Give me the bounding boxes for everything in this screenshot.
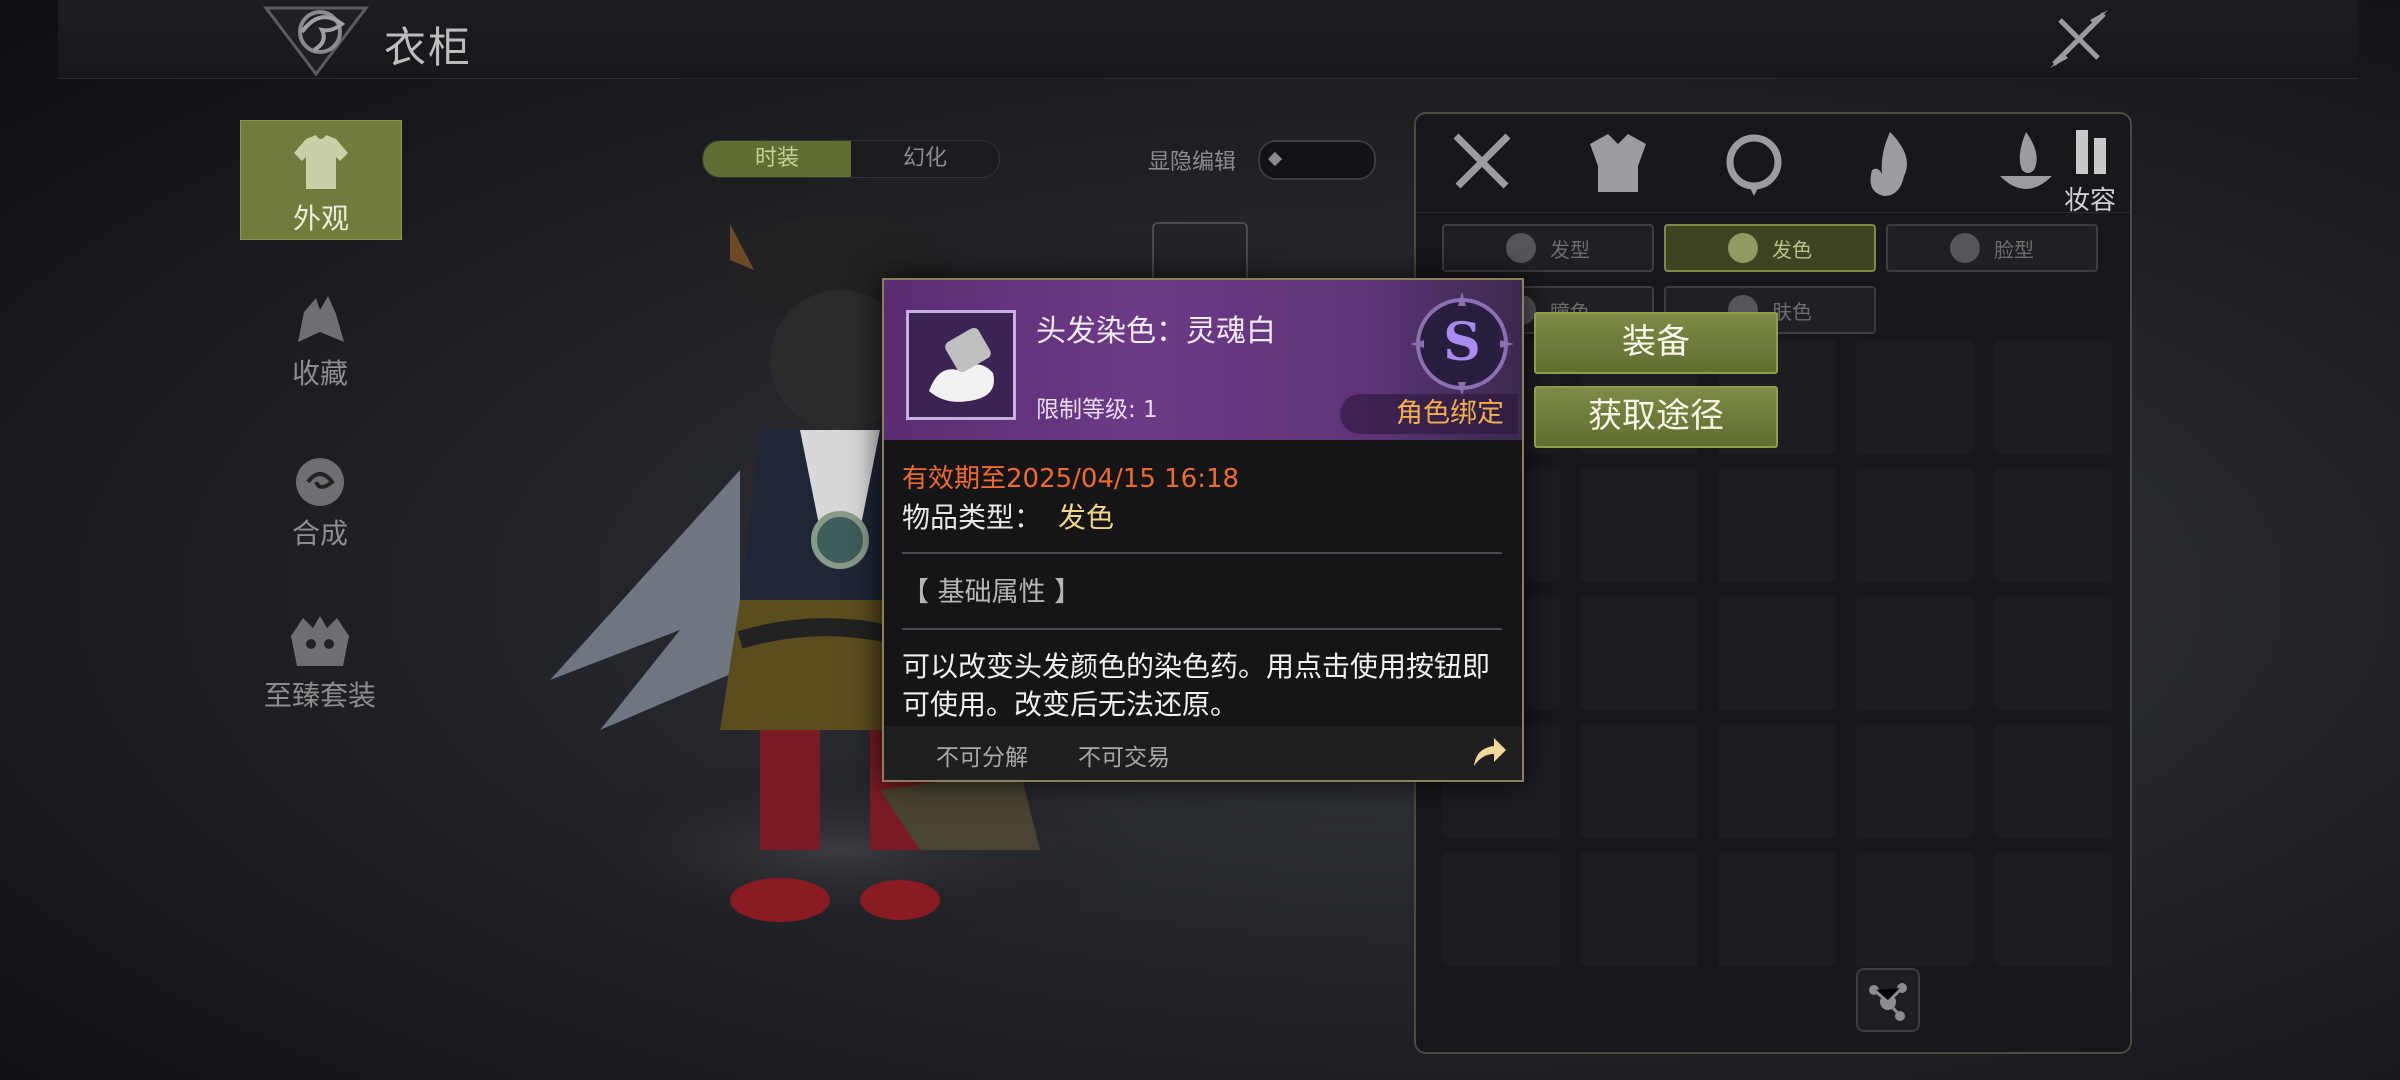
item-slot[interactable] xyxy=(1718,852,1836,966)
equip-button[interactable]: 装备 xyxy=(1534,312,1778,374)
sub-tab-face-shape[interactable]: 脸型 xyxy=(1886,224,2098,272)
item-slot[interactable] xyxy=(1994,468,2112,582)
expiry-date: 有效期至2025/04/15 16:18 xyxy=(902,464,1240,494)
sidebar-item-premium-set[interactable]: 至臻套装 xyxy=(240,612,400,722)
toggle-knob-icon xyxy=(1267,151,1283,167)
grade-letter: S xyxy=(1443,312,1481,373)
item-slot[interactable] xyxy=(1856,596,1974,710)
sidebar-item-label: 合成 xyxy=(291,517,348,550)
visibility-edit-label: 显隐编辑 xyxy=(1148,150,1237,175)
item-slot[interactable] xyxy=(1994,596,2112,710)
item-slot[interactable] xyxy=(1718,468,1836,582)
item-slot[interactable] xyxy=(1580,596,1698,710)
dragon-emblem-icon xyxy=(262,6,370,77)
category-makeup[interactable]: 妆容 xyxy=(2052,126,2128,216)
no-disassemble-flag: 不可分解 xyxy=(936,745,1028,771)
beast-helm-icon xyxy=(291,616,349,666)
tab-transmog[interactable]: 幻化 xyxy=(851,141,999,177)
forward-share-icon[interactable] xyxy=(1466,732,1510,772)
item-slot[interactable] xyxy=(1856,852,1974,966)
obtain-method-button[interactable]: 获取途径 xyxy=(1534,386,1778,448)
item-slot[interactable] xyxy=(1994,340,2112,454)
dye-bottle-icon xyxy=(909,313,1013,417)
bind-status: 角色绑定 xyxy=(1340,394,1518,434)
item-type-label: 物品类型： xyxy=(902,501,1043,534)
sidebar-item-collection[interactable]: 收藏 xyxy=(240,292,400,402)
item-slot[interactable] xyxy=(1994,724,2112,838)
hairstyle-icon xyxy=(1506,233,1536,263)
close-icon[interactable] xyxy=(2046,6,2112,72)
sub-tab-hairstyle[interactable]: 发型 xyxy=(1442,224,1654,272)
visibility-edit-toggle[interactable] xyxy=(1258,140,1376,180)
flame-icon[interactable] xyxy=(1854,126,1926,202)
item-type-value: 发色 xyxy=(1058,501,1115,534)
mode-tab-group: 时装 幻化 xyxy=(702,140,1000,178)
item-level-requirement: 限制等级: 1 xyxy=(1036,397,1158,423)
item-slot[interactable] xyxy=(1580,468,1698,582)
sub-tab-hair-color[interactable]: 发色 xyxy=(1664,224,1876,272)
divider xyxy=(902,552,1502,554)
sidebar-item-appearance[interactable]: 外观 xyxy=(240,120,402,240)
share-icon xyxy=(1869,983,1907,1021)
tooltip-footer: 不可分解 不可交易 xyxy=(884,726,1522,780)
grade-badge-icon: S xyxy=(1410,292,1514,396)
swords-icon[interactable] xyxy=(1446,126,1518,202)
necklace-icon[interactable] xyxy=(1718,126,1790,202)
category-bar: 妆容 xyxy=(1416,114,2130,216)
item-name: 头发染色：灵魂白 xyxy=(1036,314,1276,349)
item-type-row: 物品类型： 发色 xyxy=(902,496,1114,536)
item-slot[interactable] xyxy=(1442,852,1560,966)
hair-dye-item-icon xyxy=(906,310,1016,420)
base-attributes-title: 【 基础属性 】 xyxy=(902,577,1082,608)
sidebar-item-label: 收藏 xyxy=(291,357,348,390)
item-slot[interactable] xyxy=(1856,724,1974,838)
item-slot[interactable] xyxy=(1718,596,1836,710)
dragon-head-icon xyxy=(298,296,344,342)
tab-fashion[interactable]: 时装 xyxy=(703,141,851,177)
armor-icon[interactable] xyxy=(1582,126,1654,202)
category-makeup-label: 妆容 xyxy=(2063,186,2116,216)
item-slot[interactable] xyxy=(1856,468,1974,582)
sidebar-item-label: 外观 xyxy=(292,202,349,235)
item-slot[interactable] xyxy=(1580,852,1698,966)
divider xyxy=(902,628,1502,630)
face-shape-icon xyxy=(1950,233,1980,263)
makeup-icon xyxy=(2076,130,2106,174)
share-button[interactable] xyxy=(1856,968,1920,1032)
page-title: 衣柜 xyxy=(384,23,473,72)
tooltip-header: 头发染色：灵魂白 限制等级: 1 S 角色绑定 xyxy=(884,280,1522,440)
outfit-icon xyxy=(294,135,348,189)
hair-color-icon xyxy=(1728,233,1758,263)
item-tooltip: 头发染色：灵魂白 限制等级: 1 S 角色绑定 有效期至2025/04/15 1… xyxy=(882,278,1524,782)
item-slot[interactable] xyxy=(1580,724,1698,838)
item-slot[interactable] xyxy=(1718,724,1836,838)
no-trade-flag: 不可交易 xyxy=(1078,745,1170,771)
sidebar-item-synthesis[interactable]: 合成 xyxy=(240,452,400,562)
sidebar-item-label: 至臻套装 xyxy=(263,679,376,712)
item-slot[interactable] xyxy=(1856,340,1974,454)
item-slot[interactable] xyxy=(1994,852,2112,966)
swirl-icon xyxy=(296,458,344,506)
item-description: 可以改变头发颜色的染色药。用点击使用按钮即可使用。改变后无法还原。 xyxy=(902,650,1491,721)
